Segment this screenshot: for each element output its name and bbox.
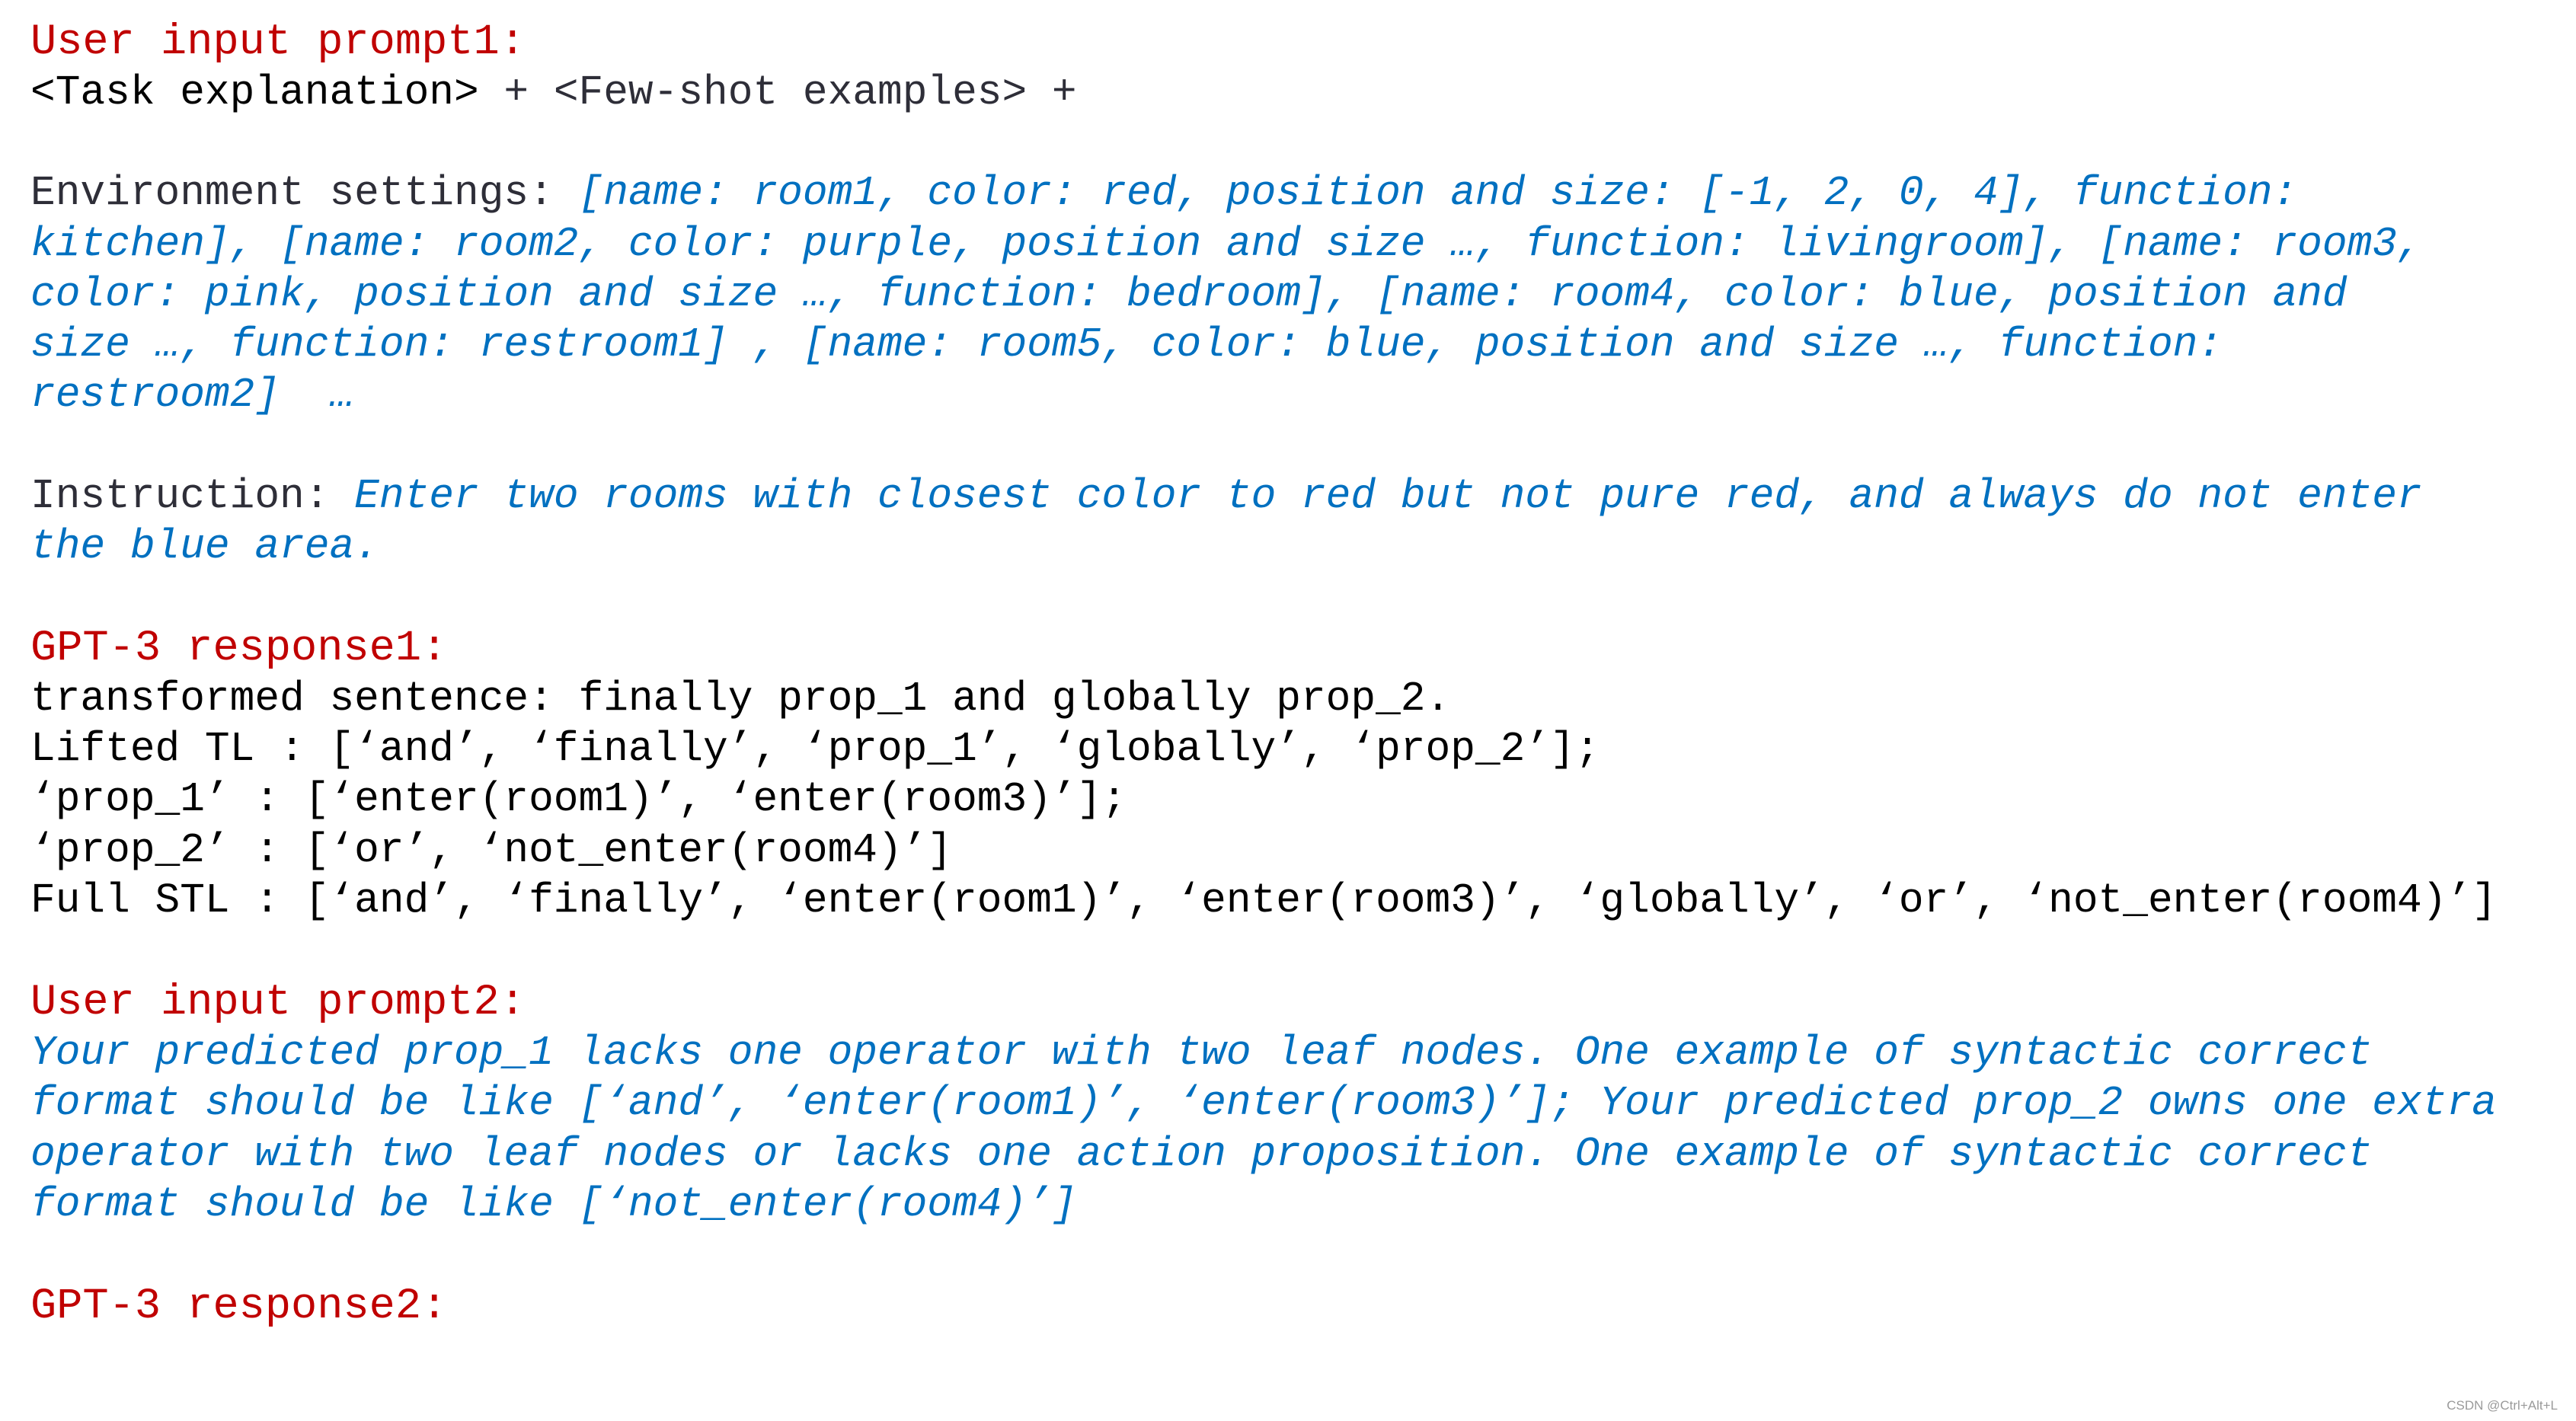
prompt2-line-3: operator with two leaf nodes or lacks on… (30, 1131, 2373, 1178)
environment-label: Environment settings: (30, 171, 579, 218)
few-shot-placeholder: + <Few-shot examples> + (478, 70, 1077, 117)
prompt1-intro: <Task explanation> + <Few-shot examples>… (30, 69, 2561, 119)
response1-section: GPT-3 response1: transformed sentence: f… (30, 623, 2561, 977)
environment-line-3: color: pink, position and size …, functi… (30, 271, 2347, 318)
document: User input prompt1: <Task explanation> +… (30, 17, 2561, 1333)
environment-line-1: Environment settings: [name: room1, colo… (30, 169, 2561, 219)
prompt1-heading: User input prompt1: (30, 18, 526, 67)
instruction-line-1: Instruction: Enter two rooms with closes… (30, 472, 2561, 522)
response1-heading: GPT-3 response1: (30, 624, 448, 674)
prompt2-line-2: format should be like [‘and’, ‘enter(roo… (30, 1081, 2497, 1128)
watermark: CSDN @Ctrl+Alt+L (2447, 1398, 2558, 1413)
full-stl-line: Full STL : [‘and’, ‘finally’, ‘enter(roo… (30, 877, 2497, 924)
prop2-line: ‘prop_2’ : [‘or’, ‘not_enter(room4)’] (30, 827, 953, 874)
prop1-line: ‘prop_1’ : [‘enter(room1)’, ‘enter(room3… (30, 777, 1127, 824)
prompt2-section: User input prompt2: Your predicted prop_… (30, 977, 2561, 1281)
lifted-tl-line: Lifted TL : [‘and’, ‘finally’, ‘prop_1’,… (30, 726, 1600, 774)
environment-line-2: kitchen], [name: room2, color: purple, p… (30, 221, 2422, 268)
environment-line-5: restroom2] … (30, 372, 355, 420)
prompt2-heading: User input prompt2: (30, 979, 526, 1028)
instruction-line-2: the blue area. (30, 523, 379, 570)
environment-text: [name: room1, color: red, position and s… (578, 171, 2298, 218)
response2-section: GPT-3 response2: (30, 1281, 2561, 1333)
environment-line-4: size …, function: restroom1] , [name: ro… (30, 321, 2223, 369)
task-explanation-placeholder: <Task explanation> (30, 70, 479, 117)
response2-heading: GPT-3 response2: (30, 1282, 448, 1332)
prompt2-line-4: format should be like [‘not_enter(room4)… (30, 1181, 1077, 1228)
prompt1-section: User input prompt1: <Task explanation> +… (30, 17, 2561, 623)
instruction-label: Instruction: (30, 473, 355, 520)
transformed-sentence-line: transformed sentence: finally prop_1 and… (30, 676, 1451, 723)
prompt2-line-1: Your predicted prop_1 lacks one operator… (30, 1030, 2373, 1078)
instruction-text: Enter two rooms with closest color to re… (354, 473, 2422, 520)
